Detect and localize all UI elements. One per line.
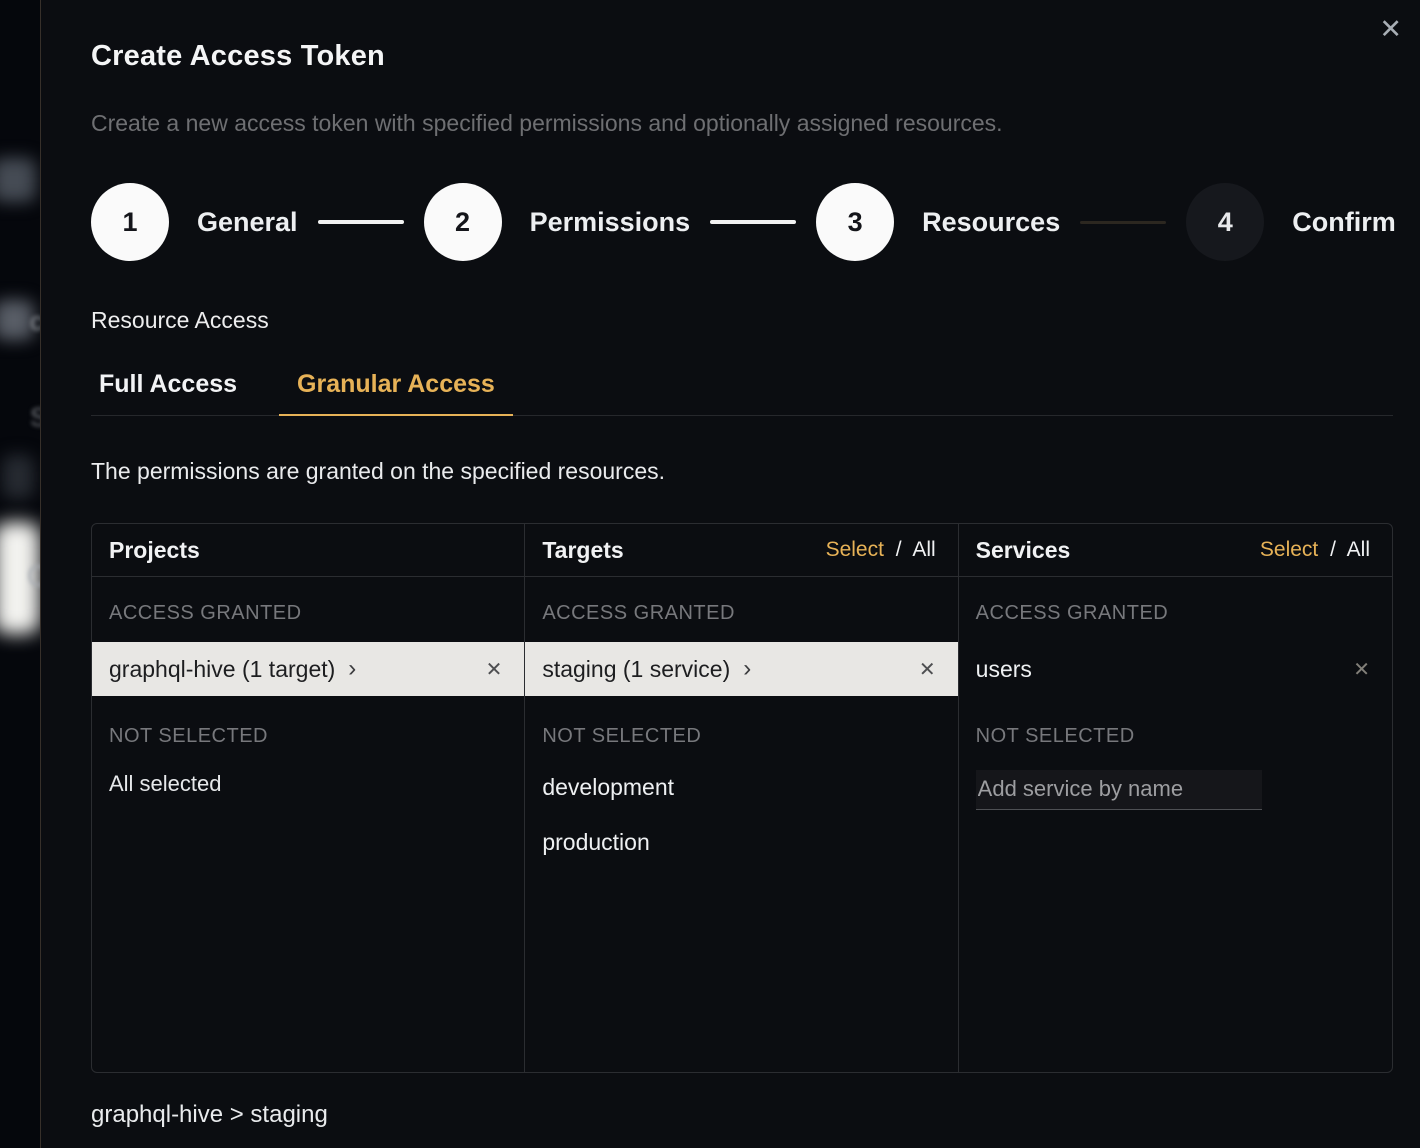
background-text-fragment: S: [30, 402, 40, 433]
create-access-token-modal: ✕ Create Access Token Create a new acces…: [40, 0, 1420, 1148]
step-resources[interactable]: 3 Resources: [816, 183, 1060, 261]
step-4-number: 4: [1218, 207, 1233, 238]
remove-project-icon[interactable]: ✕: [484, 655, 505, 684]
services-select-separator: /: [1330, 538, 1336, 561]
selected-service-name: users: [976, 656, 1032, 683]
background-text-fragment: C: [27, 560, 40, 594]
step-2-circle: 2: [424, 183, 502, 261]
tab-granular-access[interactable]: Granular Access: [279, 370, 513, 416]
tab-full-access[interactable]: Full Access: [91, 370, 253, 415]
services-column-header: Services Select / All: [959, 524, 1392, 577]
services-select-link[interactable]: Select: [1260, 538, 1318, 561]
granular-access-description: The permissions are granted on the speci…: [91, 458, 1420, 485]
target-item-development[interactable]: development: [525, 760, 957, 815]
step-1-label: General: [197, 207, 298, 238]
targets-access-granted-label: ACCESS GRANTED: [525, 577, 957, 642]
services-column: Services Select / All ACCESS GRANTED use…: [959, 524, 1392, 1072]
chevron-right-icon: ›: [743, 657, 751, 681]
targets-select-all: Select / All: [826, 538, 936, 562]
projects-column: Projects ACCESS GRANTED graphql-hive (1 …: [92, 524, 525, 1072]
targets-not-selected-label: NOT SELECTED: [525, 696, 957, 760]
targets-all-link[interactable]: All: [912, 538, 935, 561]
targets-column-header: Targets Select / All: [525, 524, 957, 577]
wizard-stepper: 1 General 2 Permissions 3 Resources 4 Co…: [91, 183, 1420, 261]
selected-target-row[interactable]: staging (1 service) › ✕: [525, 642, 957, 696]
targets-select-link[interactable]: Select: [826, 538, 884, 561]
step-3-number: 3: [848, 207, 863, 238]
step-general[interactable]: 1 General: [91, 183, 298, 261]
services-header-label: Services: [976, 537, 1071, 564]
projects-not-selected-label: NOT SELECTED: [92, 696, 524, 760]
access-tabs: Full Access Granular Access: [91, 370, 1393, 416]
step-1-number: 1: [122, 207, 137, 238]
breadcrumb: graphql-hive > staging: [91, 1101, 1420, 1129]
step-2-number: 2: [455, 207, 470, 238]
projects-all-selected-note: All selected: [92, 760, 524, 808]
background-blob: [0, 300, 34, 340]
selected-project-name: graphql-hive (1 target): [109, 656, 335, 683]
step-permissions[interactable]: 2 Permissions: [424, 183, 691, 261]
add-service-input[interactable]: [976, 770, 1262, 810]
step-connector: [318, 220, 404, 224]
projects-access-granted-label: ACCESS GRANTED: [92, 577, 524, 642]
background-page: c S C: [0, 0, 40, 1148]
step-confirm: 4 Confirm: [1186, 183, 1396, 261]
background-blob: [0, 158, 36, 202]
selected-project-row[interactable]: graphql-hive (1 target) › ✕: [92, 642, 524, 696]
step-connector-upcoming: [1080, 221, 1166, 224]
step-2-label: Permissions: [530, 207, 691, 238]
step-4-circle: 4: [1186, 183, 1264, 261]
close-icon[interactable]: ✕: [1375, 12, 1406, 47]
projects-header-label: Projects: [109, 537, 200, 564]
services-select-all: Select / All: [1260, 538, 1370, 562]
targets-select-separator: /: [896, 538, 902, 561]
services-access-granted-label: ACCESS GRANTED: [959, 577, 1392, 642]
background-blob: [2, 455, 34, 499]
step-connector: [710, 220, 796, 224]
modal-subtitle: Create a new access token with specified…: [91, 110, 1420, 137]
background-text-fragment: c: [30, 306, 40, 337]
remove-target-icon[interactable]: ✕: [917, 655, 938, 684]
target-item-production[interactable]: production: [525, 815, 957, 870]
chevron-right-icon: ›: [348, 657, 356, 681]
targets-header-label: Targets: [542, 537, 623, 564]
projects-column-header: Projects: [92, 524, 524, 577]
selected-target-name: staging (1 service): [542, 656, 730, 683]
targets-column: Targets Select / All ACCESS GRANTED stag…: [525, 524, 958, 1072]
modal-title: Create Access Token: [91, 40, 1420, 73]
resource-access-heading: Resource Access: [91, 307, 1420, 334]
step-1-circle: 1: [91, 183, 169, 261]
resource-selection-table: Projects ACCESS GRANTED graphql-hive (1 …: [91, 523, 1393, 1073]
step-3-circle: 3: [816, 183, 894, 261]
selected-service-row: users ✕: [959, 642, 1392, 696]
services-all-link[interactable]: All: [1347, 538, 1370, 561]
services-not-selected-label: NOT SELECTED: [959, 696, 1392, 760]
step-4-label: Confirm: [1292, 207, 1396, 238]
remove-service-icon[interactable]: ✕: [1351, 655, 1372, 684]
step-3-label: Resources: [922, 207, 1060, 238]
